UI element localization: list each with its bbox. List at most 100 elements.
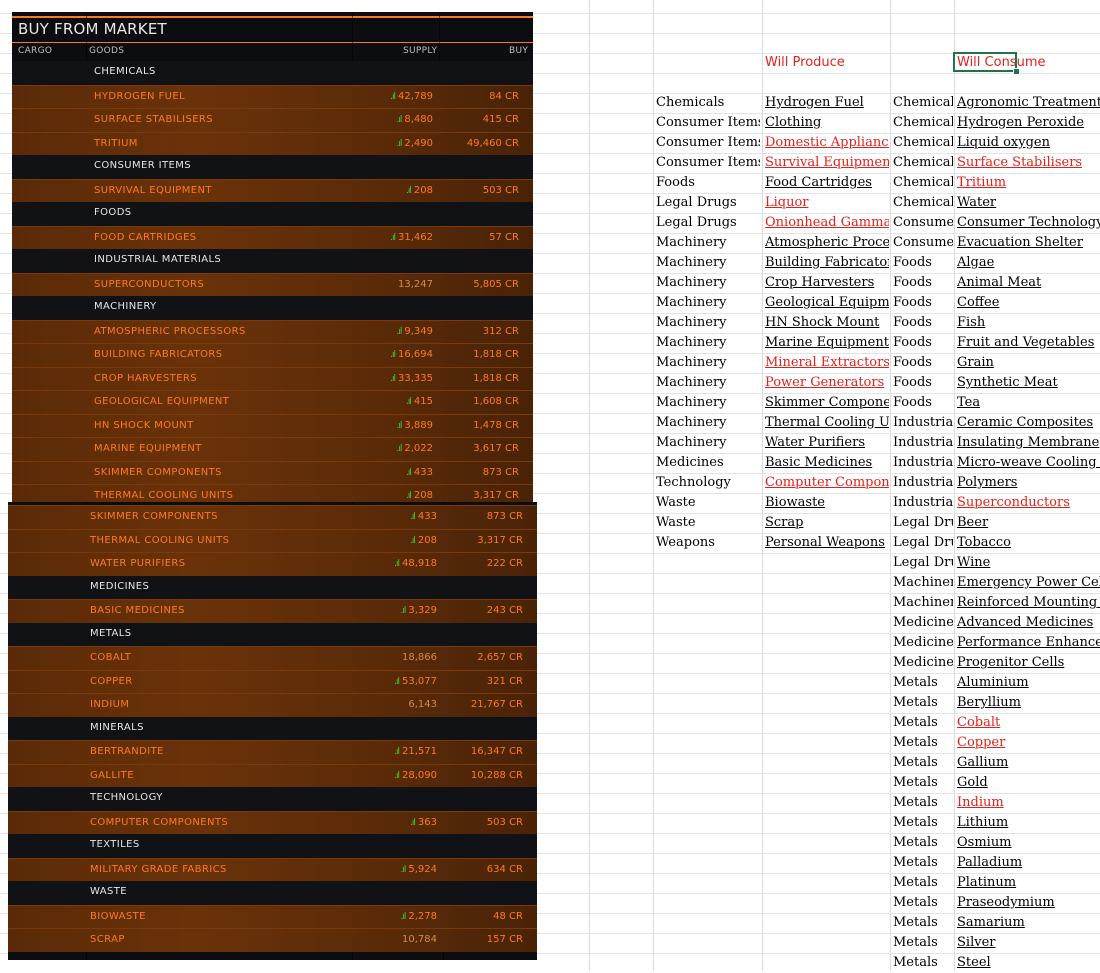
consume-item-link[interactable]: Palladium — [957, 853, 1100, 873]
produce-item-link[interactable]: Atmospheric Process — [765, 233, 889, 253]
consume-item-link[interactable]: Hydrogen Peroxide — [957, 113, 1100, 133]
commodity-row[interactable]: TRITIUM .ıl 2,490 49,460 CR — [12, 131, 533, 155]
produce-item-link[interactable]: Scrap — [765, 513, 889, 533]
produce-item-link[interactable]: Biowaste — [765, 493, 889, 513]
consume-item-link[interactable]: Evacuation Shelter — [957, 233, 1100, 253]
produce-item-link[interactable]: Liquor — [765, 193, 889, 213]
produce-category-cell[interactable]: Technology — [656, 473, 760, 493]
commodity-row[interactable]: COPPER .ıl 53,077 321 CR — [8, 669, 537, 693]
consume-item-link[interactable]: Gallium — [957, 753, 1100, 773]
commodity-row[interactable]: HN SHOCK MOUNT .ıl 3,889 1,478 CR — [12, 413, 533, 437]
consume-item-link[interactable]: Lithium — [957, 813, 1100, 833]
consume-category-cell[interactable]: Industrial — [893, 493, 953, 513]
consume-category-cell[interactable]: Metals — [893, 853, 953, 873]
consume-item-link[interactable]: Advanced Medicines — [957, 613, 1100, 633]
produce-category-cell[interactable]: Weapons — [656, 533, 760, 553]
consume-category-cell[interactable]: Foods — [893, 353, 953, 373]
consume-category-cell[interactable]: Foods — [893, 273, 953, 293]
consume-item-link[interactable]: Reinforced Mounting P — [957, 593, 1100, 613]
consume-category-cell[interactable]: Metals — [893, 933, 953, 953]
produce-category-cell[interactable]: Machinery — [656, 393, 760, 413]
commodity-row[interactable]: MILITARY GRADE FABRICS .ıl 5,924 634 CR — [8, 857, 537, 881]
produce-item-link[interactable]: Skimmer Componen — [765, 393, 889, 413]
commodity-row[interactable]: ATMOSPHERIC PROCESSORS .ıl 9,349 312 CR — [12, 319, 533, 343]
consume-category-cell[interactable]: Medicines — [893, 633, 953, 653]
consume-category-cell[interactable]: Legal Drug — [893, 513, 953, 533]
commodity-row[interactable]: GEOLOGICAL EQUIPMENT .ıl 415 1,608 CR — [12, 390, 533, 414]
produce-item-link[interactable]: Building Fabricators — [765, 253, 889, 273]
consume-category-cell[interactable]: Chemicals — [893, 133, 953, 153]
consume-category-cell[interactable]: Chemicals — [893, 193, 953, 213]
consume-item-link[interactable]: Algae — [957, 253, 1100, 273]
consume-category-cell[interactable]: Machinery — [893, 573, 953, 593]
consume-item-link[interactable]: Samarium — [957, 913, 1100, 933]
produce-category-cell[interactable]: Medicines — [656, 453, 760, 473]
column-cargo[interactable]: CARGO — [18, 46, 52, 56]
commodity-row[interactable]: HYDROGEN FUEL .ıl 42,789 84 CR — [12, 84, 533, 108]
consume-category-cell[interactable]: Medicines — [893, 613, 953, 633]
consume-item-link[interactable]: Micro-weave Cooling H — [957, 453, 1100, 473]
commodity-row[interactable]: SUPERCONDUCTORS 13,247 5,805 CR — [12, 272, 533, 296]
column-goods[interactable]: GOODS — [89, 46, 124, 56]
consume-category-cell[interactable]: Foods — [893, 253, 953, 273]
produce-item-link[interactable]: Marine Equipment — [765, 333, 889, 353]
header-will-produce[interactable]: Will Produce — [765, 55, 845, 70]
consume-category-cell[interactable]: Metals — [893, 913, 953, 933]
consume-item-link[interactable]: Coffee — [957, 293, 1100, 313]
consume-category-cell[interactable]: Industrial — [893, 413, 953, 433]
consume-category-cell[interactable]: Metals — [893, 953, 953, 973]
produce-category-cell[interactable]: Chemicals — [656, 93, 760, 113]
consume-category-cell[interactable]: Foods — [893, 293, 953, 313]
produce-item-link[interactable]: Basic Medicines — [765, 453, 889, 473]
produce-category-cell[interactable]: Foods — [656, 173, 760, 193]
consume-item-link[interactable]: Polymers — [957, 473, 1100, 493]
consume-item-link[interactable]: Progenitor Cells — [957, 653, 1100, 673]
consume-category-cell[interactable]: Legal Drug — [893, 553, 953, 573]
commodity-row[interactable]: BUILDING FABRICATORS .ıl 16,694 1,818 CR — [12, 343, 533, 367]
consume-item-link[interactable]: Emergency Power Cells — [957, 573, 1100, 593]
produce-category-cell[interactable]: Machinery — [656, 273, 760, 293]
produce-category-cell[interactable]: Machinery — [656, 353, 760, 373]
produce-category-cell[interactable]: Machinery — [656, 333, 760, 353]
commodity-row[interactable]: INDIUM 6,143 21,767 CR — [8, 693, 537, 717]
consume-category-cell[interactable]: Metals — [893, 753, 953, 773]
produce-item-link[interactable]: Onionhead Gamma S — [765, 213, 889, 233]
consume-category-cell[interactable]: Chemicals — [893, 93, 953, 113]
selected-cell[interactable] — [953, 52, 1017, 72]
consume-item-link[interactable]: Tea — [957, 393, 1100, 413]
produce-category-cell[interactable]: Waste — [656, 493, 760, 513]
consume-category-cell[interactable]: Metals — [893, 793, 953, 813]
produce-category-cell[interactable]: Machinery — [656, 373, 760, 393]
column-buy[interactable]: BUY — [509, 46, 528, 56]
consume-item-link[interactable]: Animal Meat — [957, 273, 1100, 293]
consume-item-link[interactable]: Silver — [957, 933, 1100, 953]
consume-item-link[interactable]: Performance Enhancers — [957, 633, 1100, 653]
consume-category-cell[interactable]: Chemicals — [893, 113, 953, 133]
consume-item-link[interactable]: Water — [957, 193, 1100, 213]
consume-item-link[interactable]: Surface Stabilisers — [957, 153, 1100, 173]
consume-item-link[interactable]: Insulating Membrane — [957, 433, 1100, 453]
consume-item-link[interactable]: Superconductors — [957, 493, 1100, 513]
commodity-row[interactable]: SCRAP 10,784 157 CR — [8, 928, 537, 952]
consume-item-link[interactable]: Fruit and Vegetables — [957, 333, 1100, 353]
consume-item-link[interactable]: Wine — [957, 553, 1100, 573]
produce-category-cell[interactable]: Machinery — [656, 413, 760, 433]
produce-category-cell[interactable]: Machinery — [656, 313, 760, 333]
commodity-row[interactable]: THERMAL COOLING UNITS .ıl 208 3,317 CR — [8, 528, 537, 552]
consume-category-cell[interactable]: Foods — [893, 393, 953, 413]
consume-category-cell[interactable]: Metals — [893, 713, 953, 733]
consume-item-link[interactable]: Tobacco — [957, 533, 1100, 553]
consume-category-cell[interactable]: Metals — [893, 773, 953, 793]
produce-item-link[interactable]: Hydrogen Fuel — [765, 93, 889, 113]
produce-category-cell[interactable]: Legal Drugs — [656, 193, 760, 213]
commodity-row[interactable]: SURFACE STABILISERS .ıl 8,480 415 CR — [12, 108, 533, 132]
produce-item-link[interactable]: Crop Harvesters — [765, 273, 889, 293]
consume-item-link[interactable]: Indium — [957, 793, 1100, 813]
consume-item-link[interactable]: Grain — [957, 353, 1100, 373]
consume-category-cell[interactable]: Machinery — [893, 593, 953, 613]
consume-category-cell[interactable]: Foods — [893, 333, 953, 353]
commodity-row[interactable]: FOOD CARTRIDGES .ıl 31,462 57 CR — [12, 225, 533, 249]
produce-item-link[interactable]: Thermal Cooling Uni — [765, 413, 889, 433]
commodity-row[interactable]: COBALT 18,866 2,657 CR — [8, 646, 537, 670]
produce-category-cell[interactable]: Legal Drugs — [656, 213, 760, 233]
